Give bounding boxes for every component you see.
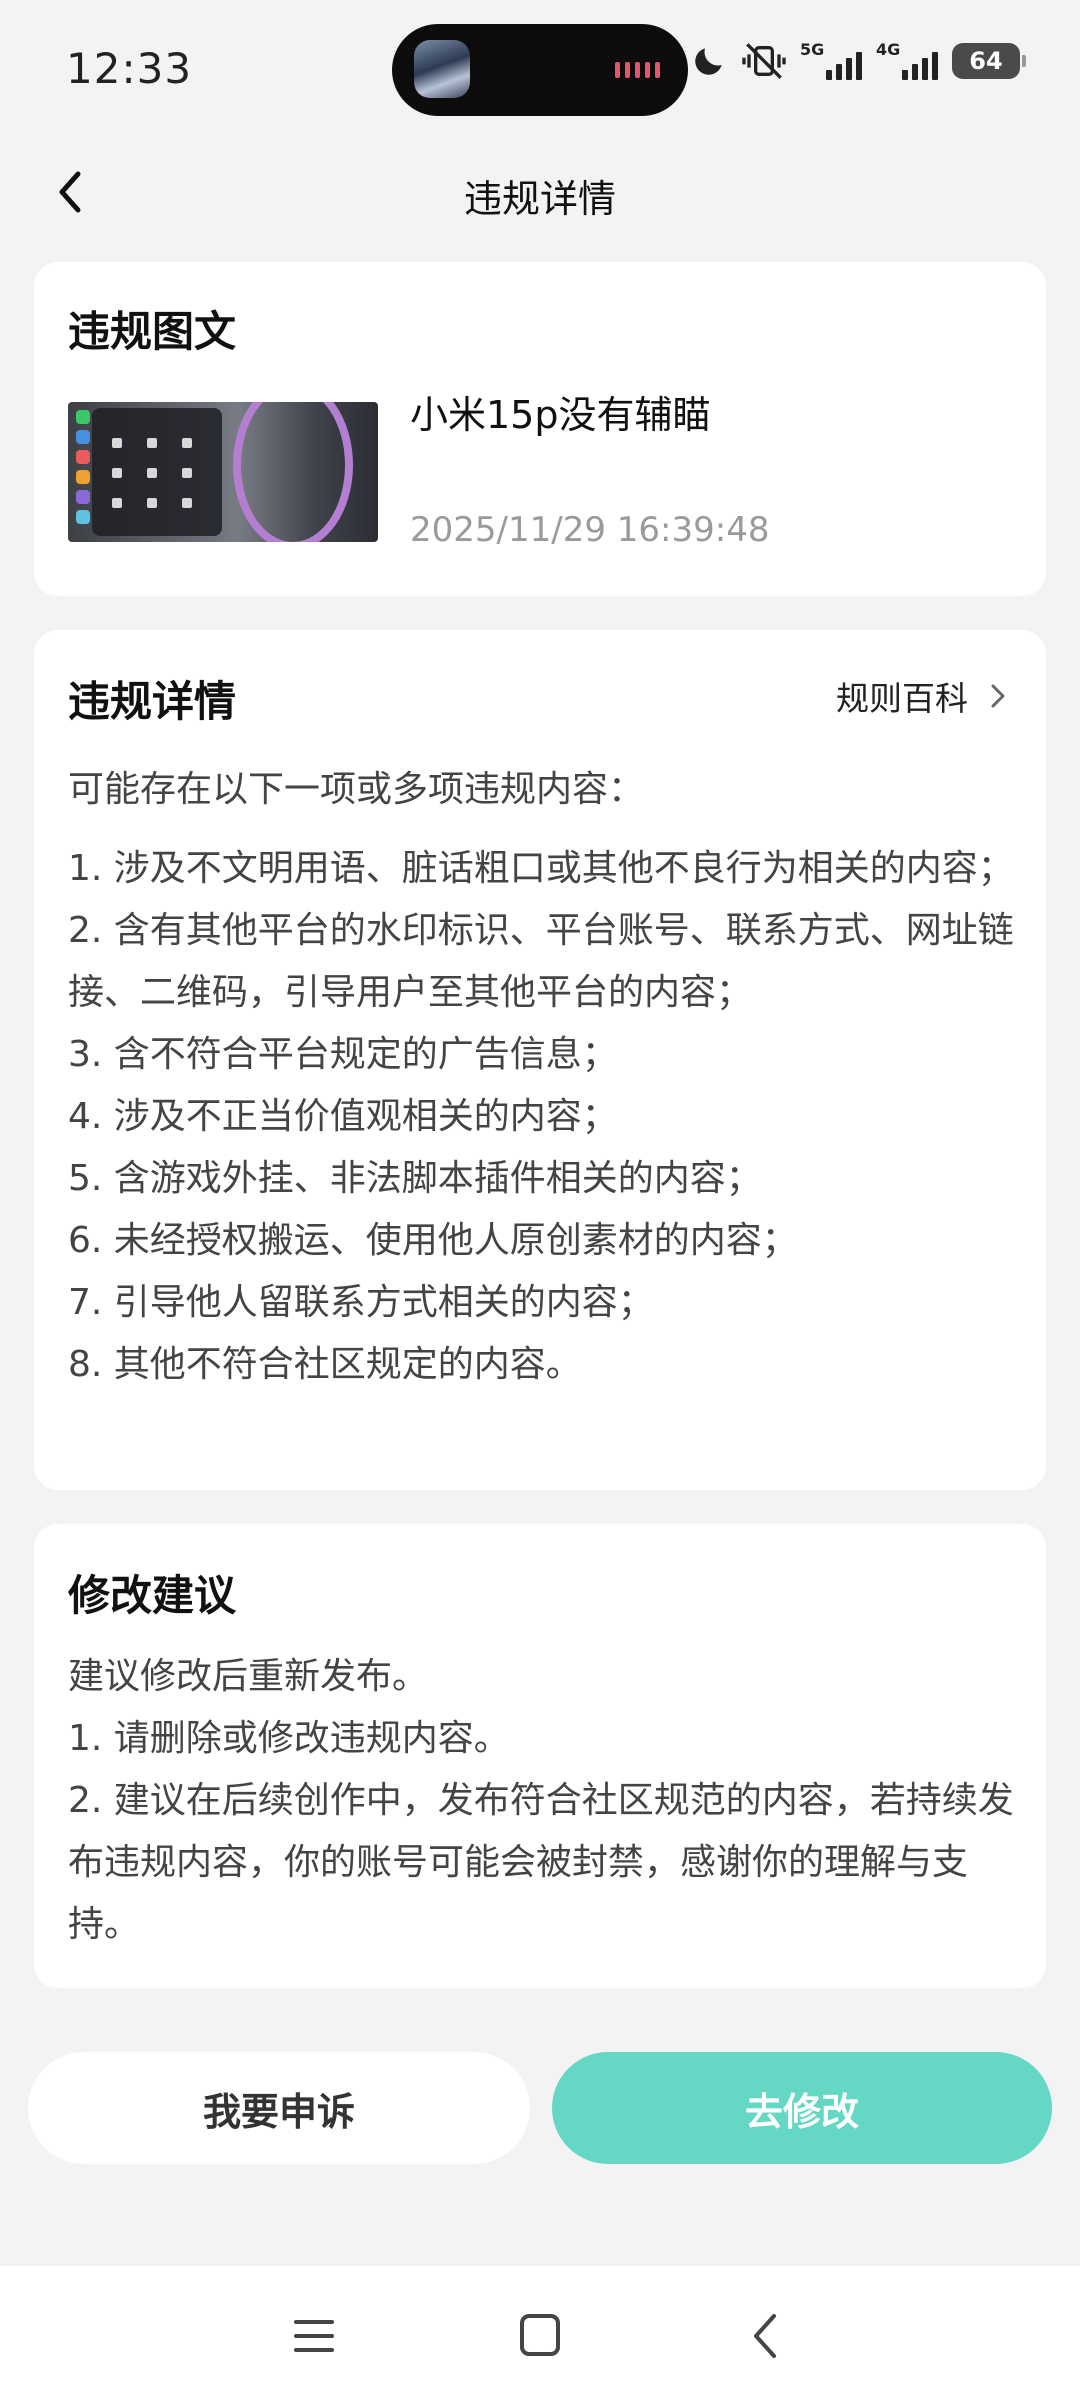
list-item: 4. 涉及不正当价值观相关的内容； bbox=[68, 1096, 618, 1137]
list-item: 2. 建议在后续创作中，发布符合社区规范的内容，若持续发布违规内容，你的账号可能… bbox=[68, 1780, 1014, 1945]
battery-level: 64 bbox=[969, 47, 1003, 75]
network-4g-label: 4G bbox=[876, 40, 901, 59]
violation-post-card: 违规图文 小米15p没有辅瞄 2025/11/29 16:39:48 bbox=[34, 262, 1046, 596]
moon-icon bbox=[690, 42, 728, 80]
nav-recents-button[interactable] bbox=[284, 2308, 344, 2364]
list-item: 1. 请删除或修改违规内容。 bbox=[68, 1718, 510, 1759]
nav-back-button[interactable] bbox=[736, 2308, 796, 2364]
section-title: 违规详情 bbox=[68, 677, 237, 726]
edit-button[interactable]: 去修改 bbox=[552, 2052, 1052, 2164]
media-thumbnail bbox=[414, 40, 470, 98]
section-title: 修改建议 bbox=[68, 1571, 237, 1620]
nav-home-button[interactable] bbox=[510, 2308, 570, 2364]
back-icon bbox=[754, 2314, 776, 2358]
rules-wiki-label: 规则百科 bbox=[836, 679, 968, 718]
list-item: 3. 含不符合平台规定的广告信息； bbox=[68, 1034, 618, 1075]
list-item: 6. 未经授权搬运、使用他人原创素材的内容； bbox=[68, 1220, 798, 1261]
violation-details-card: 违规详情 规则百科 可能存在以下一项或多项违规内容： 1. 涉及不文明用语、脏话… bbox=[34, 630, 1046, 1490]
chevron-right-icon bbox=[991, 684, 1005, 708]
list-item: 7. 引导他人留联系方式相关的内容； bbox=[68, 1282, 654, 1323]
vibrate-off-icon bbox=[742, 41, 786, 81]
menu-icon bbox=[294, 2320, 334, 2352]
appeal-button[interactable]: 我要申诉 bbox=[28, 2052, 530, 2164]
post-title[interactable]: 小米15p没有辅瞄 bbox=[410, 384, 710, 439]
status-bar: 12:33 5G 4G 64 bbox=[0, 0, 1080, 140]
suggestion-list: 建议修改后重新发布。 1. 请删除或修改违规内容。 2. 建议在后续创作中，发布… bbox=[68, 1646, 1018, 1956]
post-thumbnail[interactable] bbox=[68, 402, 378, 542]
violation-intro: 可能存在以下一项或多项违规内容： bbox=[68, 769, 645, 810]
battery-icon: 64 bbox=[952, 43, 1026, 79]
list-item: 5. 含游戏外挂、非法脚本插件相关的内容； bbox=[68, 1158, 762, 1199]
section-title: 违规图文 bbox=[68, 307, 237, 356]
post-timestamp: 2025/11/29 16:39:48 bbox=[410, 510, 770, 550]
list-item: 2. 含有其他平台的水印标识、平台账号、联系方式、网址链接、二维码，引导用户至其… bbox=[68, 910, 1014, 1013]
violation-list: 1. 涉及不文明用语、脏话粗口或其他不良行为相关的内容； 2. 含有其他平台的水… bbox=[68, 838, 1018, 1396]
audio-wave-icon bbox=[615, 62, 660, 78]
signal-5g-icon: 5G bbox=[800, 40, 862, 82]
system-nav-bar bbox=[0, 2266, 1080, 2400]
page-header: 违规详情 bbox=[0, 148, 1080, 238]
page-title: 违规详情 bbox=[463, 177, 616, 221]
list-item: 建议修改后重新发布。 bbox=[68, 1656, 429, 1697]
signal-4g-icon: 4G bbox=[876, 40, 938, 82]
status-icons: 5G 4G 64 bbox=[690, 40, 1026, 82]
home-icon bbox=[520, 2314, 560, 2356]
status-time: 12:33 bbox=[66, 44, 193, 93]
list-item: 1. 涉及不文明用语、脏话粗口或其他不良行为相关的内容； bbox=[68, 848, 1014, 889]
network-5g-label: 5G bbox=[800, 40, 825, 59]
suggestions-card: 修改建议 建议修改后重新发布。 1. 请删除或修改违规内容。 2. 建议在后续创… bbox=[34, 1524, 1046, 1988]
rules-wiki-link[interactable]: 规则百科 bbox=[836, 672, 1008, 720]
dynamic-island[interactable] bbox=[392, 24, 688, 116]
list-item: 8. 其他不符合社区规定的内容。 bbox=[68, 1344, 582, 1385]
